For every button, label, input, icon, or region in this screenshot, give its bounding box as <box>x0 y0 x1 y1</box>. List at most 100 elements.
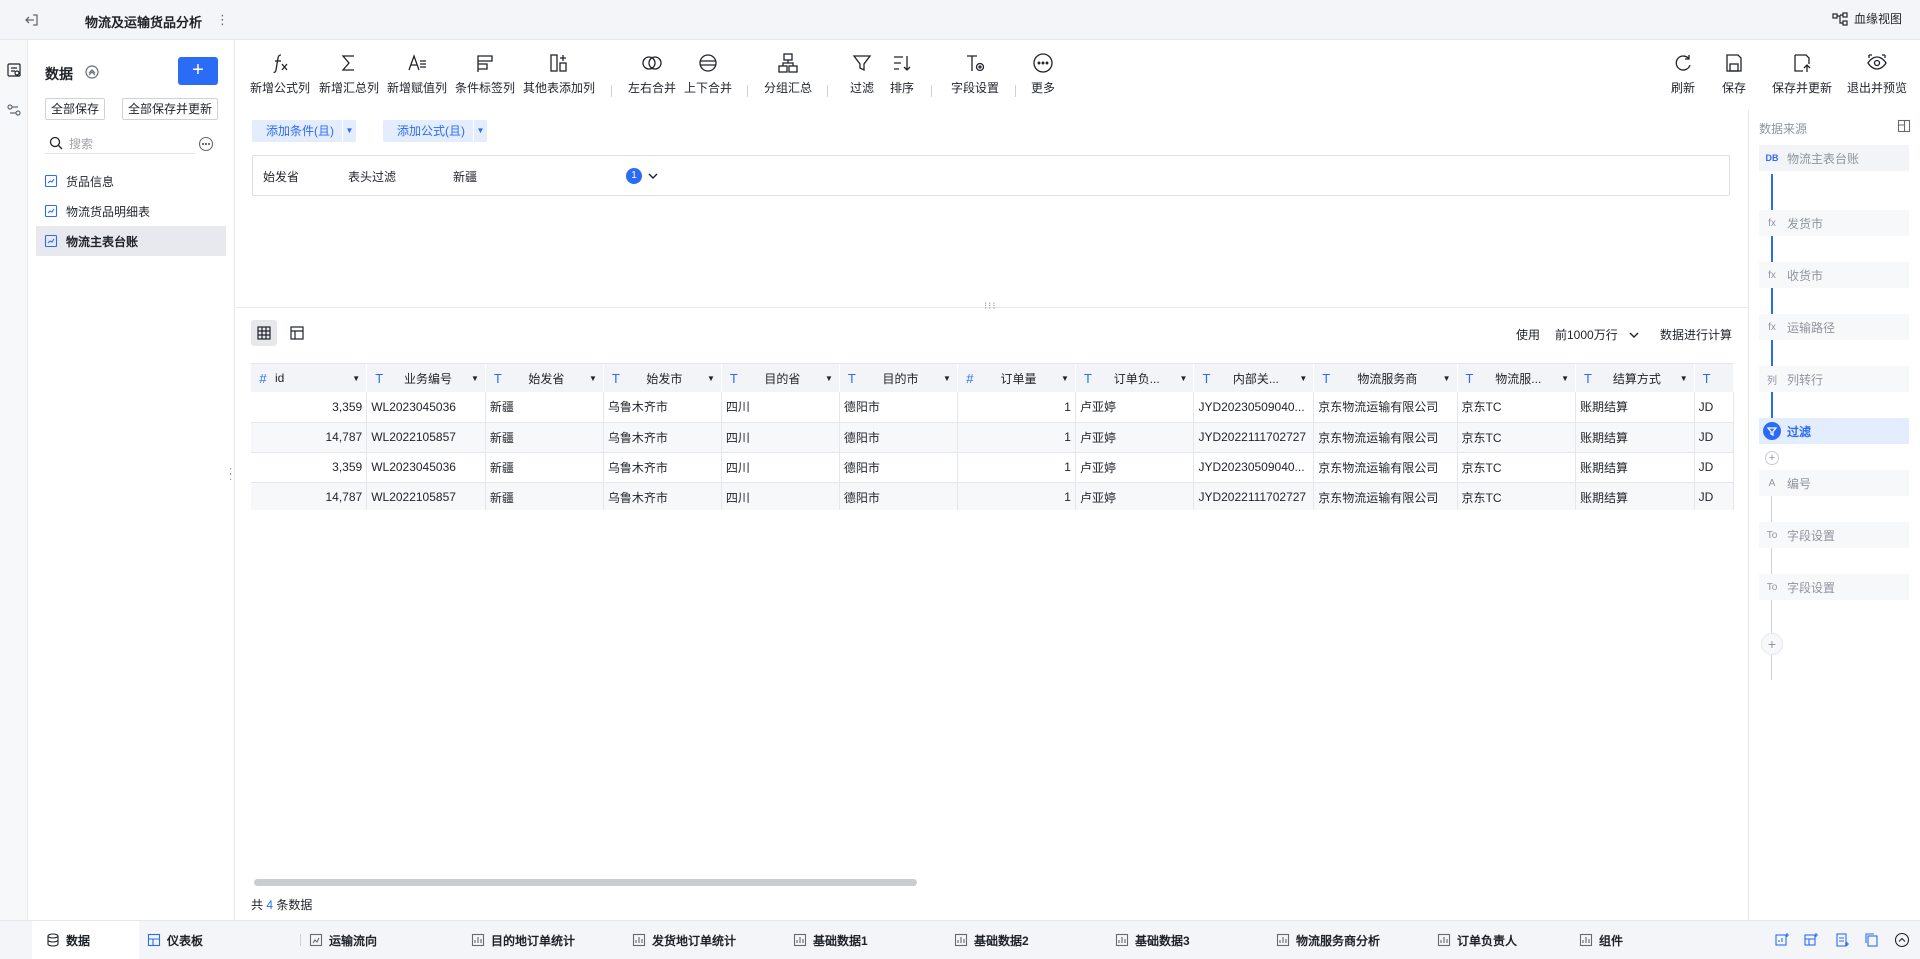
table-cell[interactable]: 14,787 <box>251 422 368 453</box>
table-cell[interactable]: JYD2022111702727 <box>1193 422 1315 453</box>
caret-down-icon[interactable]: ▼ <box>1299 374 1307 383</box>
table-cell[interactable]: 卢亚婷 <box>1075 392 1195 423</box>
tab-dest-orders[interactable]: 目的地订单统计 <box>457 921 589 959</box>
more-button[interactable]: 更多 <box>1031 52 1055 96</box>
condition-field[interactable]: 始发省 <box>263 168 299 185</box>
table-cell[interactable]: 京东物流运输有限公司 <box>1313 452 1458 483</box>
add-condition-label[interactable]: 添加条件(且) <box>252 120 342 142</box>
table-cell[interactable]: 账期结算 <box>1575 482 1695 510</box>
table-cell[interactable]: 新疆 <box>485 392 604 423</box>
column-header-origin-province[interactable]: T 始发省 ▼ <box>485 364 604 392</box>
table-cell[interactable]: 1 <box>957 392 1076 423</box>
table-cell[interactable]: 新疆 <box>485 452 604 483</box>
table-cell[interactable]: 卢亚婷 <box>1075 422 1195 453</box>
search-input[interactable]: 搜索 <box>69 135 93 152</box>
save-all-button[interactable]: 全部保存 <box>45 98 106 120</box>
table-cell[interactable]: 账期结算 <box>1575 422 1695 453</box>
table-cell[interactable]: 京东TC <box>1457 422 1577 453</box>
add-summary-column-button[interactable]: 新增汇总列 <box>319 52 379 96</box>
column-header-settlement[interactable]: T 结算方式 ▼ <box>1575 364 1695 392</box>
caret-down-icon[interactable]: ▼ <box>352 374 360 383</box>
add-data-button[interactable]: + <box>178 57 218 85</box>
table-cell[interactable]: 1 <box>957 482 1076 510</box>
caret-down-icon[interactable]: ▼ <box>589 374 597 383</box>
exit-icon[interactable] <box>24 12 40 28</box>
table-cell[interactable]: JYD2022111702727 <box>1193 482 1315 510</box>
table-cell[interactable]: 卢亚婷 <box>1075 482 1195 510</box>
flow-node-formula[interactable]: fx 发货市 <box>1759 210 1909 236</box>
add-assign-column-button[interactable]: 新增赋值列 <box>387 52 447 96</box>
table-cell[interactable]: 德阳市 <box>839 392 958 423</box>
column-header-biz-no[interactable]: T 业务编号 ▼ <box>366 364 486 392</box>
table-cell[interactable]: 账期结算 <box>1575 392 1695 423</box>
tab-basic-data-1[interactable]: 基础数据1 <box>779 921 882 959</box>
data-prep-icon[interactable] <box>6 62 22 78</box>
save-update-button[interactable]: 保存并更新 <box>1772 52 1832 96</box>
sort-button[interactable]: 排序 <box>890 52 914 96</box>
column-header-more[interactable]: T <box>1694 364 1734 392</box>
save-all-update-button[interactable]: 全部保存并更新 <box>122 98 219 120</box>
lineage-view-button[interactable]: 血缘视图 <box>1832 10 1902 27</box>
add-step-button[interactable]: + <box>1765 451 1779 465</box>
tab-transport-flow[interactable]: 运输流向 <box>295 921 391 959</box>
table-cell[interactable]: JYD20230509040... <box>1193 392 1315 423</box>
layout-icon[interactable] <box>1897 119 1911 133</box>
table-cell[interactable]: 乌鲁木齐市 <box>603 422 722 453</box>
add-column-from-table-button[interactable]: 其他表添加列 <box>523 52 595 96</box>
column-header-dest-city[interactable]: T 目的市 ▼ <box>839 364 958 392</box>
tab-component[interactable]: 组件 <box>1565 921 1637 959</box>
table-cell[interactable]: 账期结算 <box>1575 452 1695 483</box>
flow-node-unpivot[interactable]: 列 列转行 <box>1759 366 1909 392</box>
table-cell[interactable]: 京东TC <box>1457 482 1577 510</box>
table-cell[interactable]: WL2022105857 <box>366 422 486 453</box>
filter-button[interactable]: 过滤 <box>850 52 874 96</box>
table-cell[interactable]: 德阳市 <box>839 452 958 483</box>
table-cell[interactable]: WL2023045036 <box>366 452 486 483</box>
chevron-down-icon[interactable] <box>647 170 659 182</box>
table-row[interactable]: 3,359 WL2023045036 新疆 乌鲁木齐市 四川 德阳市 1 卢亚婷 JYD2023… <box>251 452 1734 483</box>
table-cell[interactable]: 四川 <box>721 452 840 483</box>
merge-horizontal-button[interactable]: 左右合并 <box>628 52 676 96</box>
add-formula-button[interactable]: 添加公式(且) ▼ <box>383 120 487 142</box>
merge-vertical-button[interactable]: 上下合并 <box>684 52 732 96</box>
caret-down-icon[interactable]: ▼ <box>943 374 951 383</box>
table-cell[interactable]: JD <box>1694 392 1734 423</box>
condition-value[interactable]: 新疆 <box>453 168 477 185</box>
tab-origin-orders[interactable]: 发货地订单统计 <box>618 921 750 959</box>
table-cell[interactable]: 新疆 <box>485 482 604 510</box>
caret-down-icon[interactable]: ▼ <box>473 120 487 142</box>
table-cell[interactable]: 1 <box>957 422 1076 453</box>
group-summary-button[interactable]: 分组汇总 <box>764 52 812 96</box>
save-button[interactable]: 保存 <box>1722 52 1746 96</box>
caret-down-icon[interactable]: ▼ <box>1443 374 1451 383</box>
title-more-button[interactable]: ⋮ <box>216 12 229 28</box>
table-cell[interactable]: 1 <box>957 452 1076 483</box>
tab-basic-data-3[interactable]: 基础数据3 <box>1101 921 1204 959</box>
table-cell[interactable]: 新疆 <box>485 422 604 453</box>
flow-node-field-settings[interactable]: To 字段设置 <box>1759 522 1909 548</box>
column-header-origin-city[interactable]: T 始发市 ▼ <box>603 364 722 392</box>
tab-carrier-analysis[interactable]: 物流服务商分析 <box>1262 921 1394 959</box>
data-item-goods-detail[interactable]: 物流货品明细表 <box>36 196 226 226</box>
column-header-order-qty[interactable]: # 订单量 ▼ <box>957 364 1076 392</box>
table-row[interactable]: 14,787 WL2022105857 新疆 乌鲁木齐市 四川 德阳市 1 卢亚婷 JYD202… <box>251 482 1734 510</box>
horizontal-scrollbar[interactable] <box>254 879 917 886</box>
caret-down-icon[interactable]: ▼ <box>1061 374 1069 383</box>
table-cell[interactable]: 3,359 <box>251 392 368 423</box>
flow-node-formula[interactable]: fx 收货市 <box>1759 262 1909 288</box>
add-step-button[interactable]: + <box>1761 633 1783 655</box>
table-row[interactable]: 14,787 WL2022105857 新疆 乌鲁木齐市 四川 德阳市 1 卢亚婷 JYD202… <box>251 422 1734 453</box>
tab-basic-data-2[interactable]: 基础数据2 <box>940 921 1043 959</box>
add-condition-button[interactable]: 添加条件(且) ▼ <box>252 120 356 142</box>
table-cell[interactable]: 京东TC <box>1457 452 1577 483</box>
condition-tag-column-button[interactable]: 条件标签列 <box>455 52 515 96</box>
table-cell[interactable]: 乌鲁木齐市 <box>603 482 722 510</box>
table-cell[interactable]: 京东TC <box>1457 392 1577 423</box>
add-report-icon[interactable] <box>1834 932 1850 948</box>
table-cell[interactable]: WL2023045036 <box>366 392 486 423</box>
column-header-carrier[interactable]: T 物流服务商 ▼ <box>1313 364 1458 392</box>
table-cell[interactable]: 四川 <box>721 392 840 423</box>
copy-icon[interactable] <box>1864 932 1880 948</box>
grid-view-toggle[interactable] <box>251 320 277 346</box>
column-header-carrier-service[interactable]: T 物流服... ▼ <box>1457 364 1577 392</box>
